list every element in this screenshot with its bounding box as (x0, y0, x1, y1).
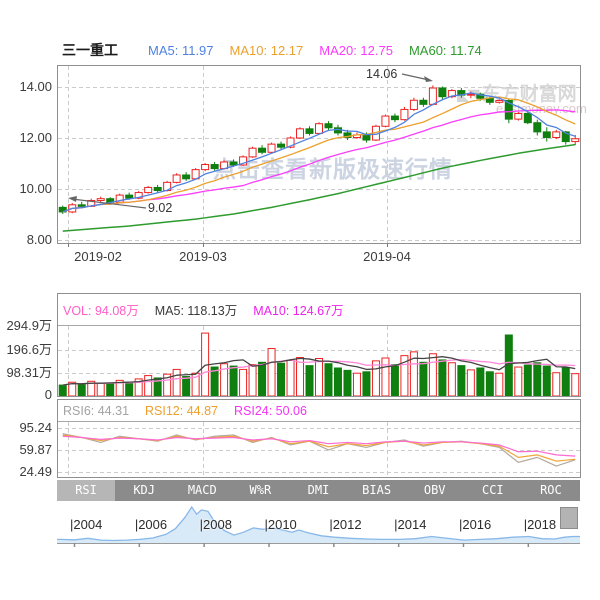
volume-y-tick: 0 (4, 388, 52, 402)
main-x-tick: 2019-04 (355, 250, 419, 264)
volume-y-tick: 294.9万 (4, 319, 52, 333)
main-y-tick: 12.00 (4, 131, 52, 145)
ma60-label: MA60: 11.74 (409, 43, 482, 58)
ma5-label: MA5: 11.97 (148, 43, 214, 58)
rsi-header: RSI6: 44.31 RSI12: 44.87 RSI24: 50.06 (63, 404, 323, 418)
eastmoney-logo-watermark: ◣◥东方财富网 (457, 79, 577, 106)
center-watermark-text: 点击查看新版极速行情 (213, 150, 453, 184)
vol-ma5-label: MA5: 118.13万 (155, 300, 237, 319)
navigator-handle[interactable] (560, 507, 578, 529)
navigator-year-2004[interactable]: |2004 (70, 517, 102, 532)
tab-rsi[interactable]: RSI (57, 480, 115, 501)
period-high-annotation: 14.06 (366, 67, 397, 81)
eastmoney-logo-text: 东方财富网 (482, 84, 577, 105)
indicator-tab-bar: RSIKDJMACDW%RDMIBIASOBVCCIROC (57, 480, 580, 501)
navigator-year-2006[interactable]: |2006 (135, 517, 167, 532)
tab-wr[interactable]: W%R (231, 480, 289, 501)
navigator-year-2016[interactable]: |2016 (459, 517, 491, 532)
tab-bias[interactable]: BIAS (348, 480, 406, 501)
navigator-year-2008[interactable]: |2008 (200, 517, 232, 532)
eastmoney-stock-chart-page: 点击查看新版极速行情 ◣◥东方财富网 eastmoney.com 三一重工 MA… (0, 0, 600, 600)
main-x-tick: 2019-03 (171, 250, 235, 264)
navigator-year-2012[interactable]: |2012 (329, 517, 361, 532)
rsi-y-tick: 95.24 (4, 421, 52, 435)
rsi-y-tick: 59.87 (4, 443, 52, 457)
tab-macd[interactable]: MACD (173, 480, 231, 501)
ma20-label: MA20: 12.75 (319, 43, 393, 58)
volume-header: VOL: 94.08万 MA5: 118.13万 MA10: 124.67万 (63, 300, 360, 319)
navigator-year-2014[interactable]: |2014 (394, 517, 426, 532)
rsi6-label: RSI6: 44.31 (63, 404, 129, 418)
rsi24-label: RSI24: 50.06 (234, 404, 307, 418)
main-chart-header: 三一重工 MA5: 11.97 MA10: 12.17 MA20: 12.75 MA6… (62, 40, 514, 60)
period-low-annotation: 9.02 (148, 201, 172, 215)
tab-dmi[interactable]: DMI (289, 480, 347, 501)
tab-roc[interactable]: ROC (522, 480, 580, 501)
rsi12-label: RSI12: 44.87 (145, 404, 218, 418)
tab-cci[interactable]: CCI (464, 480, 522, 501)
main-y-tick: 10.00 (4, 182, 52, 196)
tab-obv[interactable]: OBV (406, 480, 464, 501)
ma10-label: MA10: 12.17 (230, 43, 304, 58)
volume-y-tick: 98.31万 (4, 366, 52, 380)
ma-indicator-labels: MA5: 11.97 MA10: 12.17 MA20: 12.75 MA60: 11… (148, 43, 498, 58)
eastmoney-logo-icon: ◣◥ (457, 87, 478, 104)
navigator-year-2010[interactable]: |2010 (264, 517, 296, 532)
vol-ma10-label: MA10: 124.67万 (253, 300, 343, 319)
navigator-year-2018[interactable]: |2018 (524, 517, 556, 532)
stock-name: 三一重工 (62, 40, 118, 60)
main-y-tick: 8.00 (4, 233, 52, 247)
main-x-tick: 2019-02 (66, 250, 130, 264)
volume-y-tick: 196.6万 (4, 343, 52, 357)
vol-label: VOL: 94.08万 (63, 300, 139, 319)
tab-kdj[interactable]: KDJ (115, 480, 173, 501)
rsi-y-tick: 24.49 (4, 465, 52, 479)
eastmoney-domain-watermark: eastmoney.com (496, 101, 587, 116)
main-y-tick: 14.00 (4, 80, 52, 94)
